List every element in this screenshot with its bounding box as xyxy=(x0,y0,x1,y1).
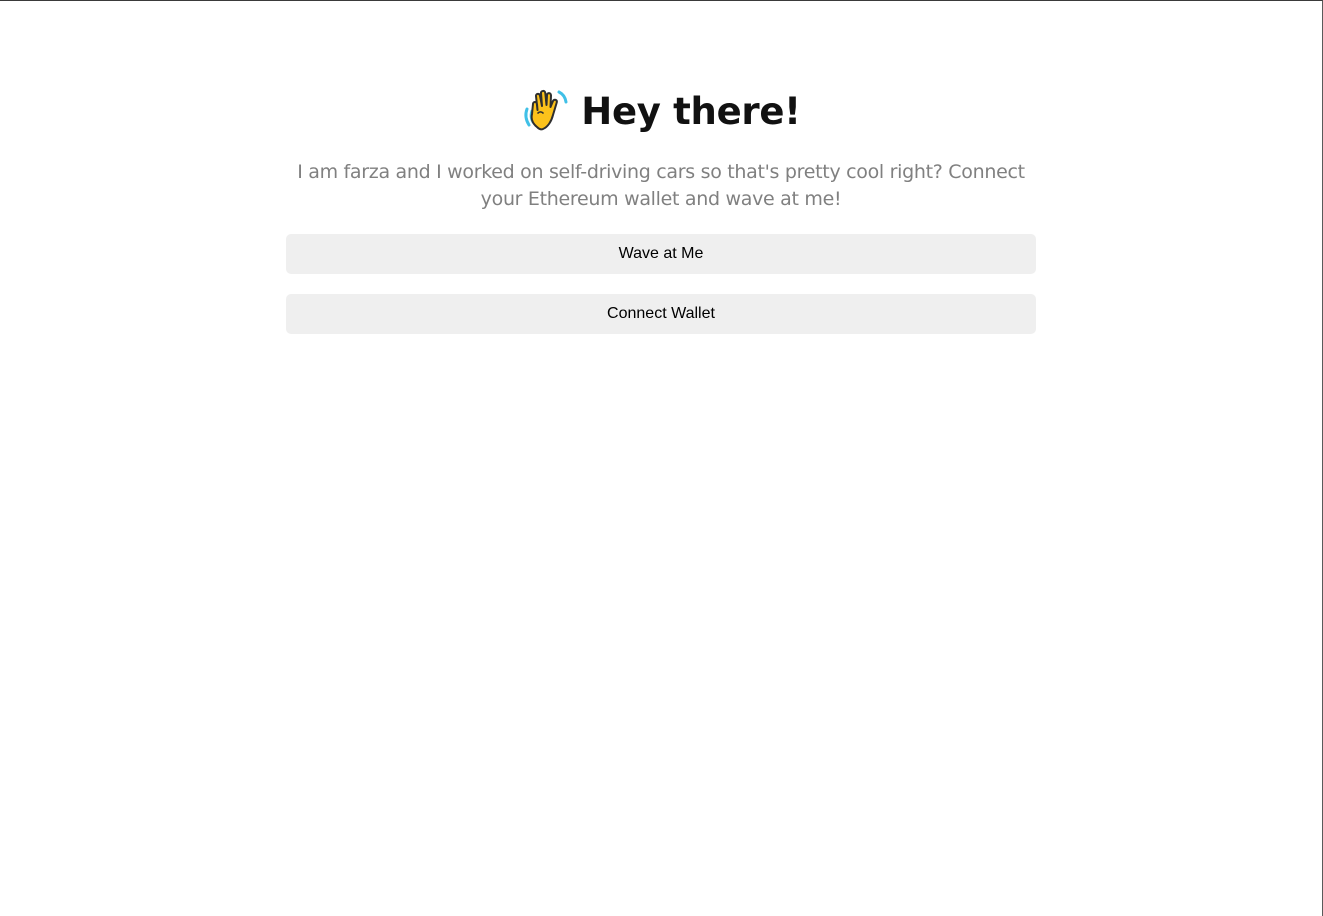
page-header: Hey there! xyxy=(286,85,1036,137)
content-column: Hey there! I am farza and I worked on se… xyxy=(286,85,1036,334)
wave-button[interactable]: Wave at Me xyxy=(286,234,1036,274)
main-container: Hey there! I am farza and I worked on se… xyxy=(0,1,1322,334)
connect-wallet-button[interactable]: Connect Wallet xyxy=(286,294,1036,334)
page-title: Hey there! xyxy=(581,89,801,133)
bio-text: I am farza and I worked on self-driving … xyxy=(297,161,1025,210)
waving-hand-icon xyxy=(521,87,569,135)
